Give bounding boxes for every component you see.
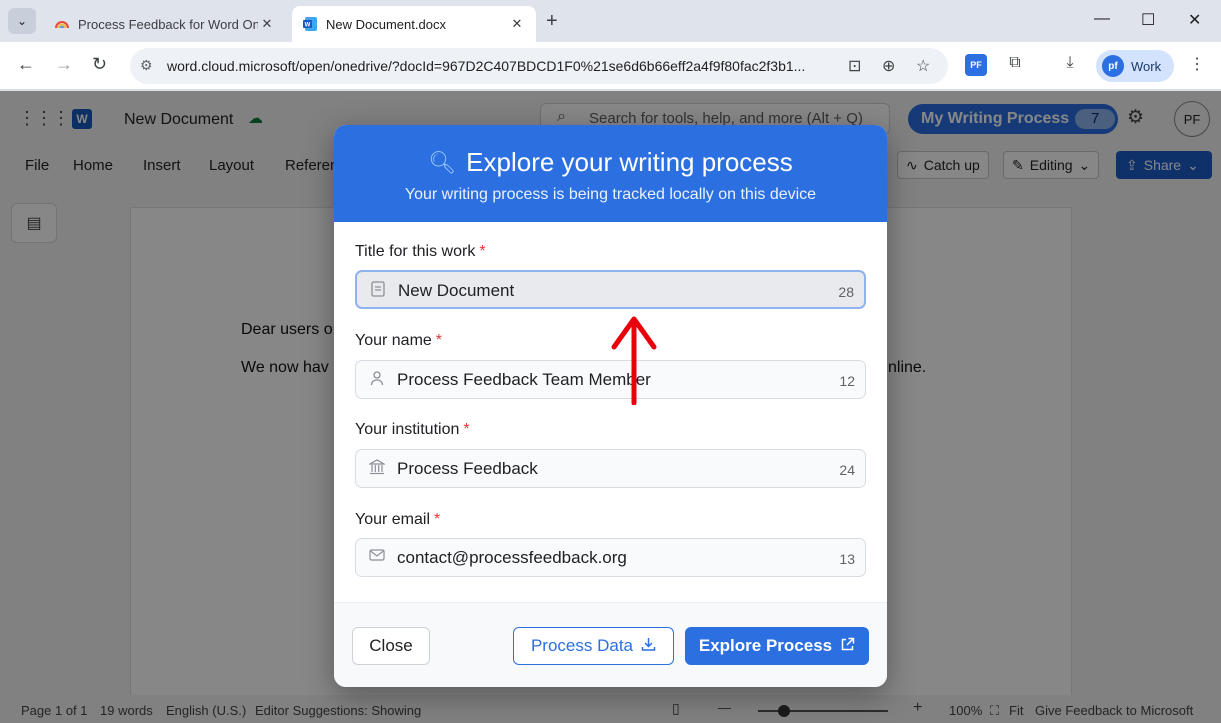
process-data-label: Process Data xyxy=(530,636,634,655)
required-marker: * xyxy=(434,511,441,528)
tab-process-feedback[interactable]: Process Feedback for Word Onl ✕ xyxy=(44,6,286,42)
explore-process-dialog: 🔍︎ Explore your writing process Your wri… xyxy=(334,125,887,687)
zoom-icon[interactable]: ⊕ xyxy=(882,56,895,76)
person-icon xyxy=(368,370,386,389)
document-icon xyxy=(369,281,387,300)
browser-toolbar: ← → ↻ ⚙ word.cloud.microsoft/open/onedri… xyxy=(0,42,1221,90)
close-button-label: Close xyxy=(369,636,413,655)
browser-tabstrip: ⌄ Process Feedback for Word Onl ✕ W New … xyxy=(0,0,1221,42)
institution-label-text: Your institution xyxy=(355,421,460,438)
name-label-text: Your name xyxy=(355,332,432,349)
institution-input[interactable]: Process Feedback 24 xyxy=(355,449,866,488)
bookmark-star-icon[interactable]: ☆ xyxy=(916,56,930,76)
email-value[interactable]: contact@processfeedback.org xyxy=(397,548,627,568)
institution-field-label: Your institution * xyxy=(355,421,470,439)
required-marker: * xyxy=(479,243,486,260)
tab-title: New Document.docx xyxy=(326,16,446,32)
title-count: 28 xyxy=(838,284,854,300)
dialog-title: 🔍︎ Explore your writing process xyxy=(334,125,887,178)
required-marker: * xyxy=(463,421,470,438)
magnifier-icon: 🔍︎ xyxy=(428,149,457,175)
chevron-down-icon: ⌄ xyxy=(16,14,28,28)
tab-title: Process Feedback for Word Onl xyxy=(78,16,258,32)
url-text[interactable]: word.cloud.microsoft/open/onedrive/?docI… xyxy=(167,58,805,74)
explore-process-button[interactable]: Explore Process xyxy=(685,627,869,665)
tab-new-document[interactable]: W New Document.docx ✕ xyxy=(292,6,536,42)
title-value[interactable]: New Document xyxy=(398,281,514,301)
email-count: 13 xyxy=(839,551,855,567)
title-field-label: Title for this work * xyxy=(355,243,486,261)
email-field-label: Your email * xyxy=(355,511,440,529)
email-label-text: Your email xyxy=(355,511,431,528)
profile-button[interactable]: pf Work xyxy=(1096,50,1174,82)
institution-icon xyxy=(367,459,387,478)
process-data-button[interactable]: Process Data xyxy=(513,627,674,665)
profile-label: Work xyxy=(1131,58,1162,74)
dialog-form: Title for this work * New Document 28 You… xyxy=(334,222,887,602)
rainbow-favicon-icon xyxy=(55,21,69,29)
download-icon[interactable]: ⤓ xyxy=(1059,54,1081,76)
close-tab-icon[interactable]: ✕ xyxy=(508,16,526,32)
maximize-icon[interactable]: ☐ xyxy=(1141,10,1155,30)
email-input[interactable]: contact@processfeedback.org 13 xyxy=(355,538,866,577)
forward-arrow-icon[interactable]: → xyxy=(55,54,73,75)
site-info-icon[interactable]: ⚙ xyxy=(140,57,153,74)
window-close-icon[interactable]: ✕ xyxy=(1188,10,1201,30)
new-tab-button[interactable]: + xyxy=(546,10,558,33)
dialog-footer: Close Process Data Explore Process xyxy=(334,602,887,687)
dialog-subtitle: Your writing process is being tracked lo… xyxy=(404,186,817,203)
tab-search-button[interactable]: ⌄ xyxy=(8,8,36,34)
dialog-title-text: Explore your writing process xyxy=(466,147,793,177)
annotation-arrow-icon xyxy=(611,316,657,405)
minimize-icon[interactable]: — xyxy=(1094,10,1110,28)
dialog-header: 🔍︎ Explore your writing process Your wri… xyxy=(334,125,887,222)
process-feedback-extension-icon[interactable]: PF xyxy=(965,54,987,76)
required-marker: * xyxy=(435,332,443,349)
name-field-label: Your name * xyxy=(355,332,442,350)
browser-menu-icon[interactable]: ⋮ xyxy=(1186,54,1208,76)
reload-icon[interactable]: ↻ xyxy=(92,54,107,75)
institution-value[interactable]: Process Feedback xyxy=(397,459,538,479)
close-tab-icon[interactable]: ✕ xyxy=(258,16,276,32)
word-favicon-icon: W xyxy=(303,17,317,31)
explore-process-label: Explore Process xyxy=(698,636,833,655)
title-input[interactable]: New Document 28 xyxy=(355,270,866,309)
institution-count: 24 xyxy=(839,462,855,478)
title-label-text: Title for this work xyxy=(355,243,476,260)
address-bar[interactable]: ⚙ word.cloud.microsoft/open/onedrive/?do… xyxy=(130,48,948,84)
lens-icon[interactable]: ⊡ xyxy=(848,56,861,76)
back-arrow-icon[interactable]: ← xyxy=(17,54,35,75)
name-count: 12 xyxy=(839,373,855,389)
svg-text:W: W xyxy=(305,23,311,29)
download-icon xyxy=(641,637,656,656)
extensions-puzzle-icon[interactable]: ⧉ xyxy=(1004,54,1026,76)
profile-avatar: pf xyxy=(1102,55,1124,77)
mail-icon xyxy=(368,548,386,565)
external-link-icon xyxy=(840,637,855,656)
close-button[interactable]: Close xyxy=(352,627,430,665)
